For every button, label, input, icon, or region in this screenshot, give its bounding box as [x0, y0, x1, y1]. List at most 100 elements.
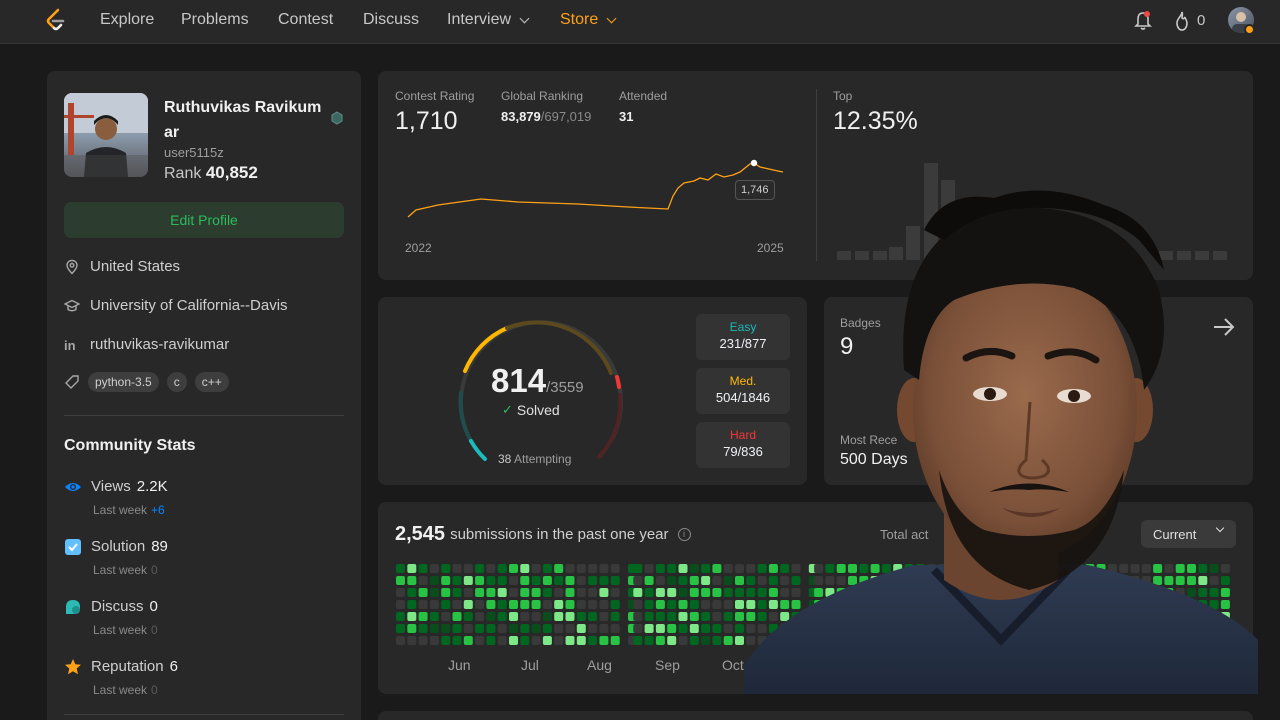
heatmap-cell[interactable] — [418, 564, 428, 573]
heatmap-cell[interactable] — [475, 600, 485, 609]
heatmap-cell[interactable] — [396, 588, 405, 597]
heatmap-cell[interactable] — [723, 564, 733, 573]
nav-interview[interactable]: Interview — [447, 11, 530, 29]
heatmap-cell[interactable] — [520, 600, 530, 609]
heatmap-cell[interactable] — [520, 624, 530, 633]
heatmap-cell[interactable] — [407, 612, 417, 621]
heatmap-cell[interactable] — [735, 636, 744, 645]
heatmap-cell[interactable] — [599, 612, 609, 621]
heatmap-cell[interactable] — [418, 624, 428, 633]
heatmap-cell[interactable] — [633, 564, 643, 573]
heatmap-cell[interactable] — [712, 624, 722, 633]
heatmap-cell[interactable] — [486, 564, 496, 573]
heatmap-cell[interactable] — [576, 624, 586, 633]
heatmap-cell[interactable] — [475, 564, 485, 573]
heatmap-cell[interactable] — [655, 624, 665, 633]
heatmap-cell[interactable] — [588, 576, 598, 585]
heatmap-cell[interactable] — [689, 636, 699, 645]
heatmap-cell[interactable] — [565, 612, 575, 621]
heatmap-cell[interactable] — [531, 636, 541, 645]
heatmap-cell[interactable] — [542, 624, 552, 633]
heatmap-cell[interactable] — [655, 588, 665, 597]
heatmap-cell[interactable] — [712, 564, 722, 573]
heatmap-cell[interactable] — [576, 588, 586, 597]
heatmap-cell[interactable] — [723, 636, 733, 645]
heatmap-cell[interactable] — [667, 564, 677, 573]
heatmap-cell[interactable] — [599, 576, 609, 585]
heatmap-cell[interactable] — [509, 564, 518, 573]
heatmap-cell[interactable] — [723, 600, 733, 609]
heatmap-cell[interactable] — [452, 564, 462, 573]
rating-point-marker[interactable] — [750, 159, 758, 167]
heatmap-cell[interactable] — [497, 564, 507, 573]
heatmap-cell[interactable] — [588, 636, 598, 645]
heatmap-cell[interactable] — [475, 636, 485, 645]
heatmap-cell[interactable] — [576, 612, 586, 621]
heatmap-cell[interactable] — [531, 576, 541, 585]
heatmap-cell[interactable] — [497, 588, 507, 597]
info-icon[interactable]: i — [677, 528, 691, 541]
heatmap-cell[interactable] — [712, 600, 722, 609]
skill-tag[interactable]: c++ — [194, 372, 229, 392]
heatmap-cell[interactable] — [542, 612, 552, 621]
heatmap-cell[interactable] — [497, 636, 507, 645]
fire-icon[interactable] — [1174, 11, 1190, 31]
heatmap-cell[interactable] — [565, 576, 575, 585]
heatmap-cell[interactable] — [520, 612, 530, 621]
heatmap-cell[interactable] — [542, 576, 552, 585]
heatmap-cell[interactable] — [396, 636, 405, 645]
heatmap-cell[interactable] — [396, 612, 405, 621]
heatmap-cell[interactable] — [633, 600, 643, 609]
heatmap-cell[interactable] — [429, 612, 439, 621]
heatmap-cell[interactable] — [633, 612, 643, 621]
heatmap-cell[interactable] — [497, 576, 507, 585]
heatmap-cell[interactable] — [712, 576, 722, 585]
heatmap-cell[interactable] — [441, 624, 451, 633]
heatmap-cell[interactable] — [429, 600, 439, 609]
heatmap-cell[interactable] — [520, 588, 530, 597]
heatmap-cell[interactable] — [565, 564, 575, 573]
heatmap-cell[interactable] — [610, 624, 620, 633]
heatmap-cell[interactable] — [463, 576, 473, 585]
heatmap-cell[interactable] — [667, 600, 677, 609]
heatmap-cell[interactable] — [407, 576, 417, 585]
heatmap-cell[interactable] — [588, 624, 598, 633]
heatmap-cell[interactable] — [452, 624, 462, 633]
skill-tag[interactable]: c — [166, 372, 187, 392]
heatmap-cell[interactable] — [689, 600, 699, 609]
nav-explore[interactable]: Explore — [100, 11, 154, 29]
heatmap-cell[interactable] — [509, 624, 518, 633]
heatmap-cell[interactable] — [554, 612, 564, 621]
nav-discuss[interactable]: Discuss — [363, 11, 419, 29]
heatmap-cell[interactable] — [396, 576, 405, 585]
heatmap-cell[interactable] — [701, 600, 711, 609]
skill-tag[interactable]: python-3.5 — [88, 372, 159, 392]
heatmap-cell[interactable] — [667, 576, 677, 585]
heatmap-cell[interactable] — [689, 612, 699, 621]
heatmap-cell[interactable] — [723, 588, 733, 597]
heatmap-cell[interactable] — [701, 564, 711, 573]
heatmap-cell[interactable] — [588, 600, 598, 609]
heatmap-cell[interactable] — [463, 612, 473, 621]
heatmap-cell[interactable] — [599, 600, 609, 609]
heatmap-cell[interactable] — [712, 636, 722, 645]
heatmap-cell[interactable] — [486, 588, 496, 597]
heatmap-cell[interactable] — [735, 612, 744, 621]
heatmap-cell[interactable] — [723, 624, 733, 633]
heatmap-cell[interactable] — [554, 636, 564, 645]
heatmap-cell[interactable] — [531, 612, 541, 621]
heatmap-cell[interactable] — [452, 636, 462, 645]
heatmap-cell[interactable] — [554, 588, 564, 597]
heatmap-cell[interactable] — [554, 576, 564, 585]
heatmap-cell[interactable] — [429, 624, 439, 633]
heatmap-cell[interactable] — [689, 624, 699, 633]
heatmap-cell[interactable] — [565, 588, 575, 597]
heatmap-cell[interactable] — [509, 612, 518, 621]
heatmap-cell[interactable] — [588, 612, 598, 621]
heatmap-cell[interactable] — [509, 636, 518, 645]
heatmap-cell[interactable] — [576, 600, 586, 609]
heatmap-cell[interactable] — [441, 576, 451, 585]
heatmap-cell[interactable] — [610, 612, 620, 621]
heatmap-cell[interactable] — [475, 588, 485, 597]
heatmap-cell[interactable] — [396, 600, 405, 609]
